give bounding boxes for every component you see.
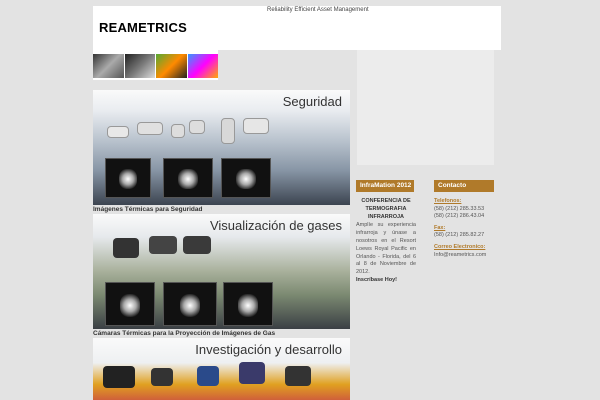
- thermal-image: [163, 158, 213, 198]
- security-panel[interactable]: Seguridad: [93, 90, 350, 205]
- camera-image: [197, 366, 219, 386]
- thermal-image: [223, 282, 273, 326]
- camera-image: [149, 236, 177, 254]
- sidebar-banner: [357, 50, 494, 165]
- site-header: Reliability Efficient Asset Management R…: [93, 6, 501, 50]
- panel-title: Seguridad: [282, 94, 342, 109]
- thumbnail-image[interactable]: [156, 54, 187, 78]
- panel-caption[interactable]: Imágenes Térmicas para Seguridad: [93, 206, 202, 213]
- camera-image: [151, 368, 173, 386]
- thumbnail-image[interactable]: [124, 54, 155, 78]
- research-panel[interactable]: Investigación y desarrollo: [93, 338, 350, 400]
- phone-number: (58) (212) 285.33.53: [434, 205, 485, 212]
- register-link[interactable]: Inscríbase Hoy!: [356, 277, 416, 285]
- panel-title: Visualización de gases: [209, 218, 342, 233]
- fax-label: Fax:: [434, 224, 446, 231]
- news-box: CONFERENCIA DE TERMOGRAFIA INFRARROJA Am…: [356, 198, 416, 285]
- thumbnail-image[interactable]: [187, 54, 218, 78]
- camera-image: [243, 118, 269, 134]
- thermal-image: [105, 282, 155, 326]
- gas-visualization-panel[interactable]: Visualización de gases: [93, 214, 350, 329]
- camera-image: [183, 236, 211, 254]
- camera-image: [171, 124, 185, 138]
- contact-heading: Contacto: [434, 180, 494, 192]
- site-tagline: Reliability Efficient Asset Management: [267, 7, 369, 13]
- camera-image: [285, 366, 311, 386]
- camera-image: [189, 120, 205, 134]
- thumbnail-strip: [93, 50, 218, 80]
- email-link[interactable]: Info@reametrics.com: [434, 252, 514, 260]
- thermal-image: [163, 282, 217, 326]
- panel-title: Investigación y desarrollo: [195, 342, 342, 357]
- news-subheading: CONFERENCIA DE TERMOGRAFIA INFRARROJA: [361, 198, 411, 220]
- thermal-image: [221, 158, 271, 198]
- camera-image: [107, 126, 129, 138]
- phone-number: (58) (212) 286.43.04: [434, 213, 485, 220]
- camera-image: [239, 362, 265, 384]
- site-logo[interactable]: REAMETRICS: [99, 20, 187, 35]
- email-label: Correo Electronico:: [434, 243, 486, 250]
- camera-image: [221, 118, 235, 144]
- thermal-image: [105, 158, 151, 198]
- news-body: Amplíe su experiencia infrarroja y únase…: [356, 222, 416, 276]
- thumbnail-image[interactable]: [93, 54, 124, 78]
- news-heading: InfraMation 2012: [356, 180, 414, 192]
- panel-caption[interactable]: Cámaras Térmicas para la Proyección de I…: [93, 330, 275, 337]
- fax-number: (58) (212) 285.82.27: [434, 232, 485, 239]
- contact-box: Telefonos: (58) (212) 285.33.53 (58) (21…: [434, 198, 514, 259]
- camera-image: [113, 238, 139, 258]
- phones-label: Telefonos:: [434, 198, 462, 204]
- camera-image: [137, 122, 163, 135]
- camera-image: [103, 366, 135, 388]
